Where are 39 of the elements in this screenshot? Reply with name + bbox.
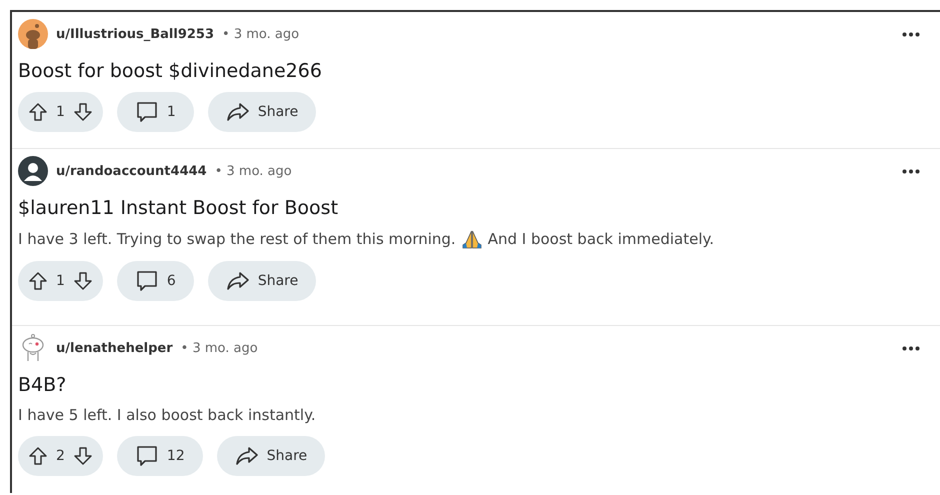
username[interactable]: u/randoaccount4444 (56, 164, 207, 178)
post-text: I have 5 left. I also boost back instantly. (18, 406, 316, 424)
share-icon (226, 100, 250, 124)
downvote-icon[interactable] (72, 271, 93, 291)
downvote-icon[interactable] (72, 446, 93, 466)
comment-icon (134, 269, 159, 293)
post-time: • 3 mo. ago (222, 26, 300, 42)
post-title[interactable]: $lauren11 Instant Boost for Boost (18, 197, 940, 219)
vote-count: 1 (56, 104, 65, 120)
username[interactable]: u/Illustrious_Ball9253 (56, 26, 214, 42)
share-button[interactable]: Share (208, 261, 316, 301)
comments-button[interactable]: 1 (116, 92, 194, 132)
more-options-icon[interactable] (902, 32, 920, 36)
downvote-icon[interactable] (72, 102, 93, 122)
vote-count: 2 (56, 448, 65, 464)
post-text: I have 3 left. Trying to swap the rest of them this morning. (18, 230, 456, 248)
comment-icon (134, 100, 159, 124)
share-icon (234, 444, 259, 468)
upvote-icon[interactable] (28, 271, 48, 291)
share-icon (226, 269, 250, 293)
avatar-icon (18, 19, 48, 49)
post-title[interactable]: B4B? (18, 374, 940, 396)
vote-count: 1 (56, 273, 65, 289)
avatar-icon (18, 156, 48, 186)
upvote-icon[interactable] (28, 102, 48, 122)
username[interactable]: u/lenathehelper (56, 340, 173, 356)
more-options-icon[interactable] (902, 168, 920, 174)
share-button[interactable]: Share (208, 92, 316, 132)
comments-button[interactable]: 6 (116, 261, 194, 301)
post-time: • 3 mo. ago (180, 340, 258, 356)
post-title[interactable]: Boost for boost $divinedane266 (18, 60, 940, 82)
post-text: And I boost back immediately. (488, 230, 714, 248)
post-time: • 3 mo. ago (214, 164, 292, 178)
praying-hands-icon (462, 229, 482, 249)
upvote-icon[interactable] (28, 446, 48, 466)
comment-icon (134, 444, 159, 468)
share-button[interactable]: Share (216, 436, 326, 476)
more-options-icon[interactable] (902, 346, 920, 350)
comments-button[interactable]: 12 (116, 436, 203, 476)
